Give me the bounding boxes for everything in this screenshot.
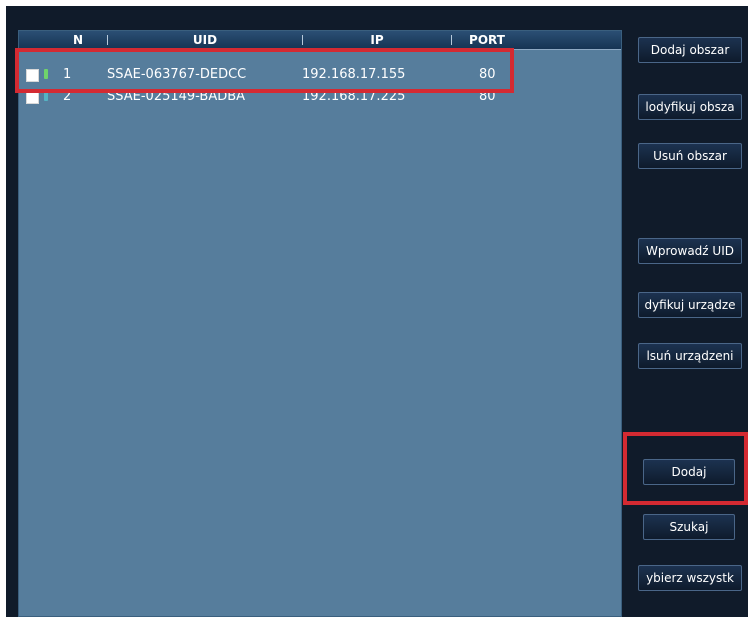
column-header-ip[interactable]: IP: [303, 31, 451, 49]
device-select-checkbox[interactable]: [26, 69, 39, 82]
device-ip: 192.168.17.225: [302, 89, 406, 104]
device-online-icon: [44, 69, 48, 79]
device-online-icon: [44, 91, 48, 101]
device-number: 1: [63, 67, 72, 82]
device-list[interactable]: N UID IP PORT 1 SSAE-063767-DEDCC 192.16…: [18, 30, 622, 617]
add-area-button[interactable]: Dodaj obszar: [638, 37, 742, 63]
search-devices-button[interactable]: Szukaj: [643, 514, 735, 540]
enter-uid-button[interactable]: Wprowadź UID: [638, 238, 742, 264]
device-row[interactable]: 1 SSAE-063767-DEDCC 192.168.17.155 80: [19, 64, 621, 86]
column-header-port[interactable]: PORT: [452, 31, 522, 49]
delete-area-button[interactable]: Usuń obszar: [638, 143, 742, 169]
device-number: 2: [63, 89, 72, 104]
add-device-button[interactable]: Dodaj: [643, 459, 735, 485]
select-all-button[interactable]: ybierz wszystk: [638, 565, 742, 591]
modify-device-button[interactable]: dyfikuj urządze: [638, 292, 742, 318]
device-ip: 192.168.17.155: [302, 67, 406, 82]
device-uid: SSAE-063767-DEDCC: [107, 67, 247, 82]
device-list-header: N UID IP PORT: [19, 31, 621, 50]
column-header-n[interactable]: N: [49, 31, 107, 49]
device-manager-window: N UID IP PORT 1 SSAE-063767-DEDCC 192.16…: [6, 6, 748, 617]
device-uid: SSAE-025149-BADBA: [107, 89, 246, 104]
device-select-checkbox[interactable]: [26, 91, 39, 104]
device-row[interactable]: 2 SSAE-025149-BADBA 192.168.17.225 80: [19, 86, 621, 108]
device-port: 80: [479, 67, 496, 82]
modify-area-button[interactable]: lodyfikuj obsza: [638, 94, 742, 120]
screenshot-frame: N UID IP PORT 1 SSAE-063767-DEDCC 192.16…: [0, 0, 748, 617]
device-port: 80: [479, 89, 496, 104]
column-header-uid[interactable]: UID: [108, 31, 302, 49]
delete-device-button[interactable]: lsuń urządzeni: [638, 343, 742, 369]
